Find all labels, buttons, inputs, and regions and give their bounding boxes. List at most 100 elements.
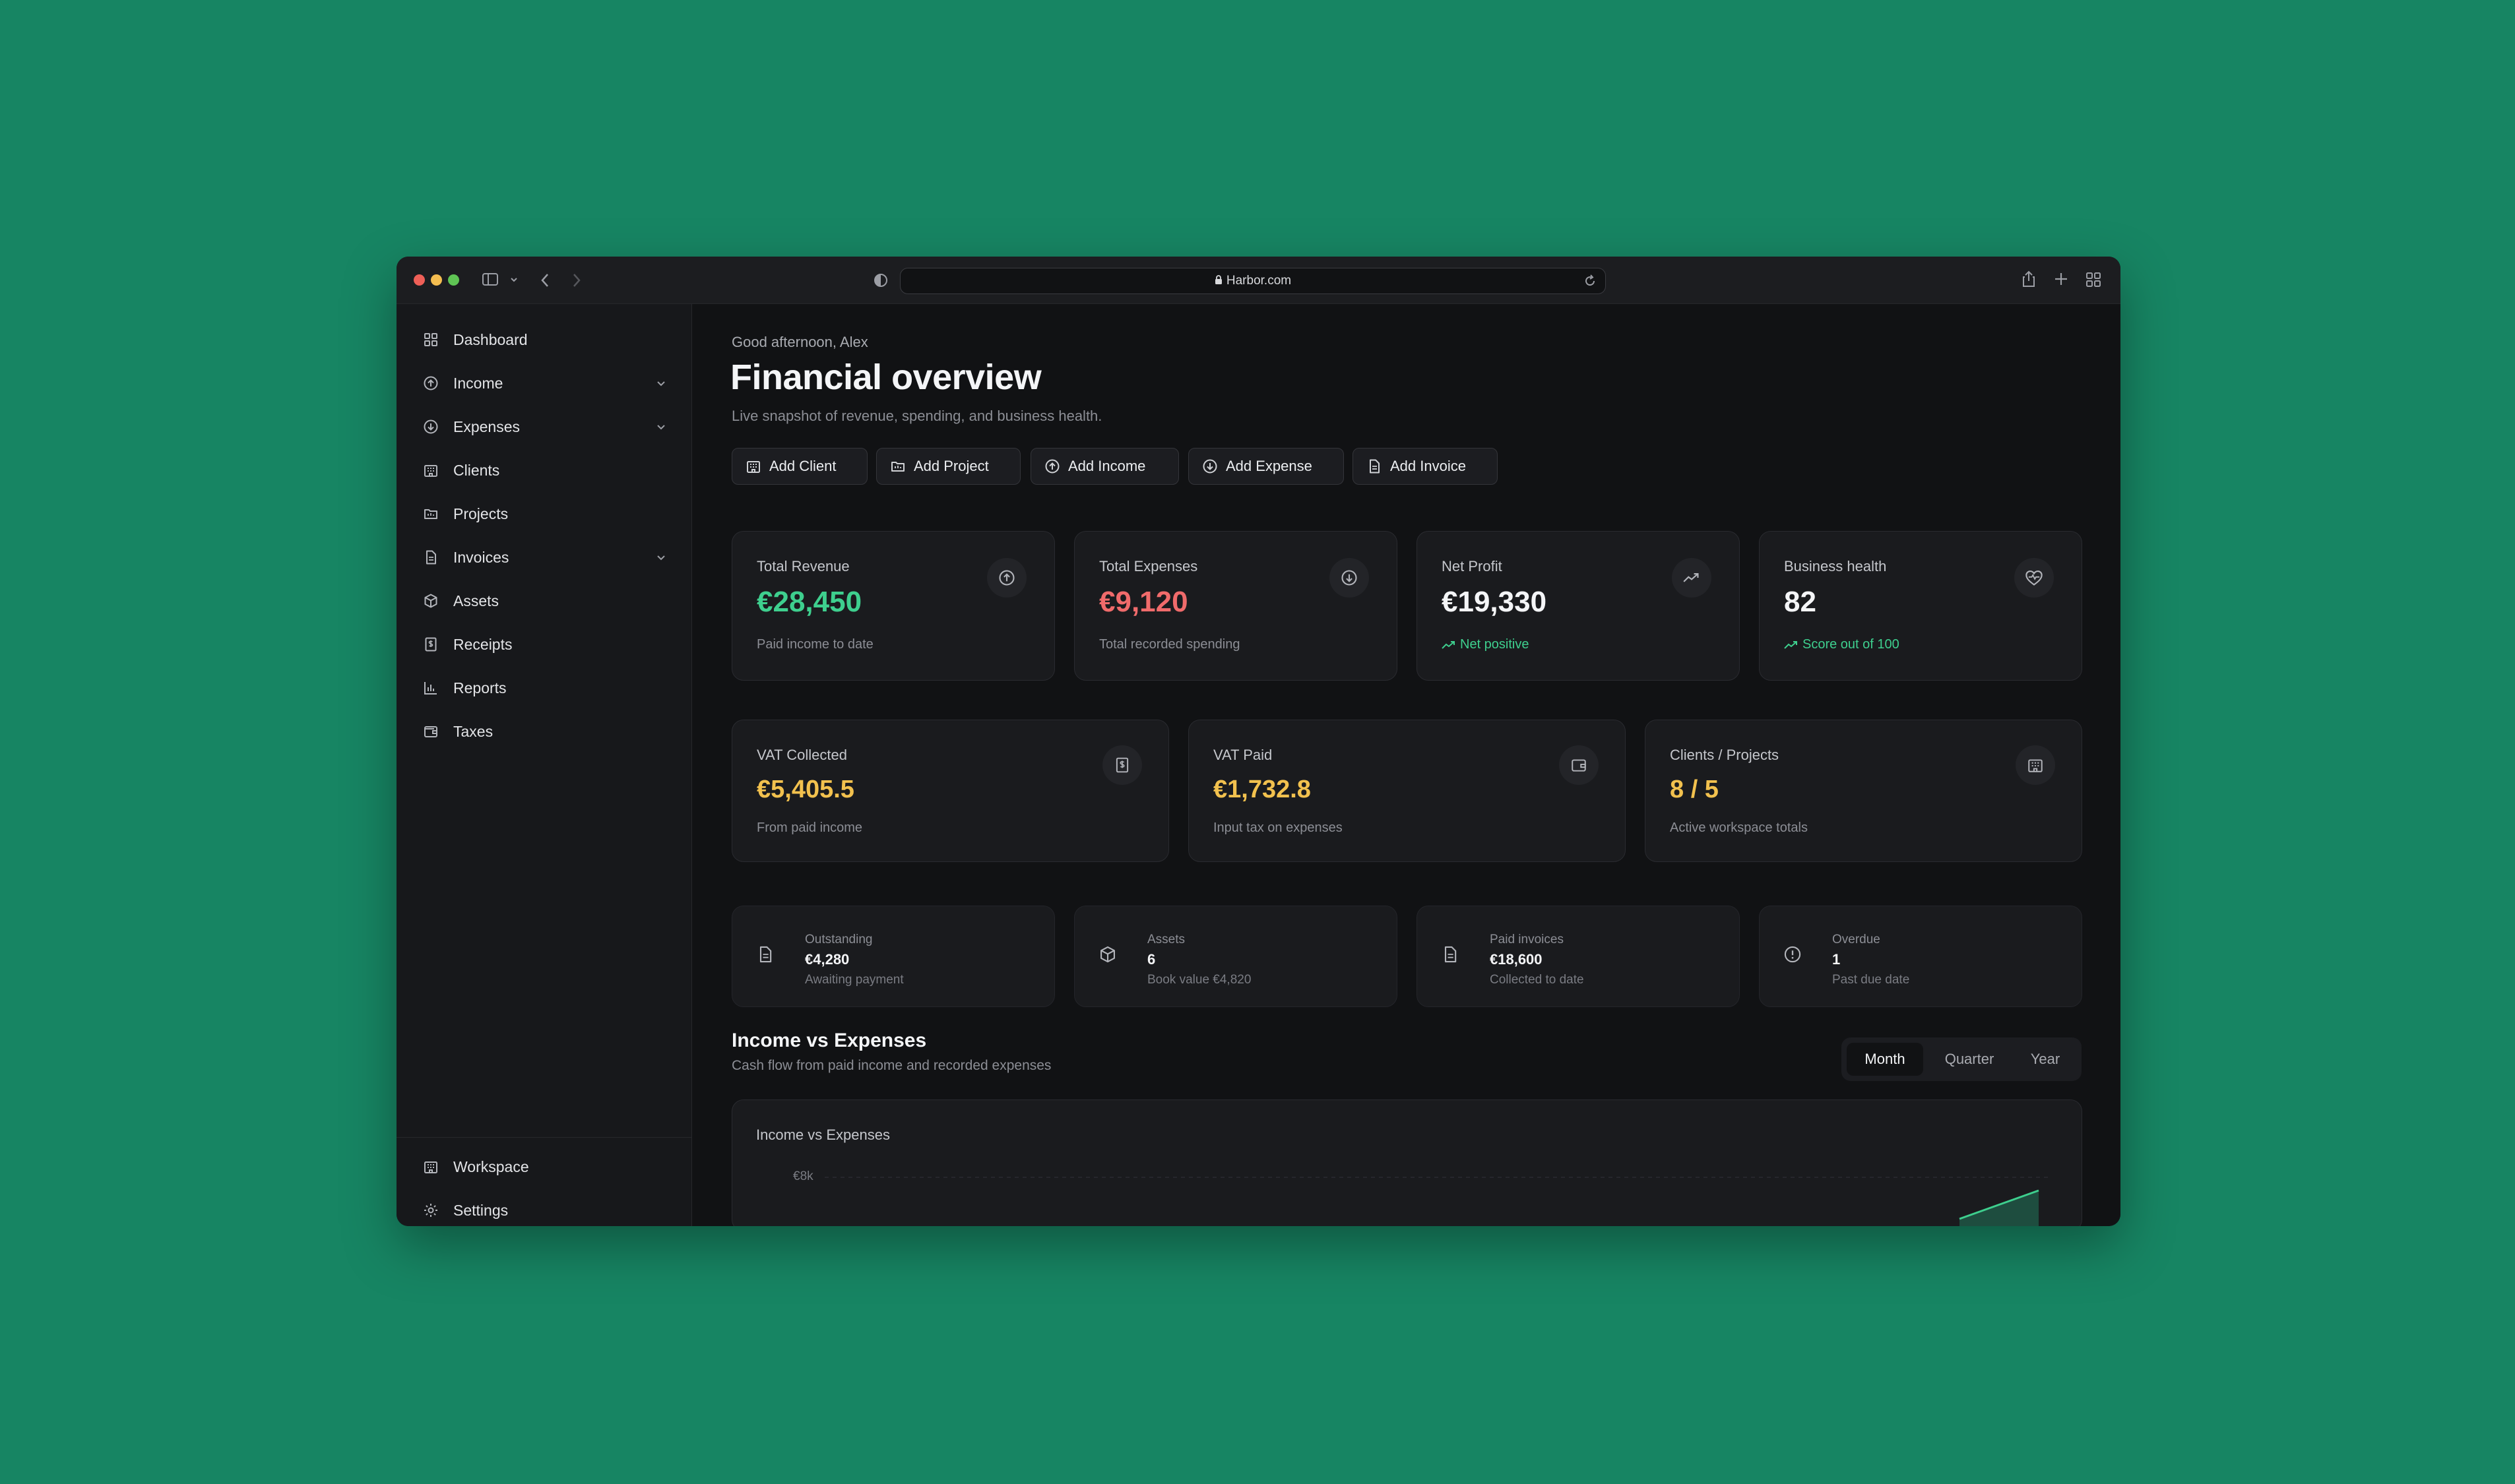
overdue-card: Overdue 1 Past due date	[1759, 906, 2082, 1007]
arrow-down-circle-icon	[1329, 558, 1369, 598]
lock-icon	[1215, 274, 1223, 288]
sidebar-toggle-icon[interactable]	[482, 272, 499, 287]
stat-sub-text: Score out of 100	[1802, 637, 1899, 652]
sidebar-item-assets[interactable]: Assets	[422, 589, 672, 613]
outstanding-card: Outstanding €4,280 Awaiting payment	[732, 906, 1055, 1007]
add-expense-button[interactable]: Add Expense	[1188, 448, 1344, 485]
arrow-down-circle-icon	[422, 417, 440, 436]
stat-label: Net Profit	[1442, 558, 1502, 574]
stat-sub: Active workspace totals	[1670, 820, 1808, 835]
receipt-icon	[1102, 745, 1142, 785]
trending-up-icon	[1784, 640, 1799, 650]
chevron-down-icon[interactable]	[510, 276, 518, 283]
assets-card: Assets 6 Book value €4,820	[1074, 906, 1397, 1007]
browser-window: Harbor.com Dashboard Income Expenses Cli…	[397, 257, 2120, 1226]
minimize-window-button[interactable]	[431, 274, 442, 286]
stat-value: 82	[1784, 586, 1816, 618]
maximize-window-button[interactable]	[448, 274, 459, 286]
chart-plot-area	[825, 1177, 2052, 1226]
mini-label: Outstanding	[805, 933, 873, 946]
close-window-button[interactable]	[414, 274, 425, 286]
add-project-button[interactable]: Add Project	[876, 448, 1021, 485]
chevron-down-icon[interactable]	[655, 375, 667, 393]
stat-sub-text: Net positive	[1460, 637, 1529, 652]
reload-icon[interactable]	[1583, 274, 1597, 292]
privacy-shield-icon[interactable]	[873, 272, 889, 288]
total-revenue-card: Total Revenue €28,450 Paid income to dat…	[732, 531, 1055, 681]
add-invoice-button[interactable]: Add Invoice	[1353, 448, 1498, 485]
sidebar-item-reports[interactable]: Reports	[422, 676, 672, 700]
back-icon[interactable]	[540, 272, 550, 288]
document-icon	[1441, 944, 1459, 968]
mini-label: Assets	[1147, 933, 1186, 946]
address-bar[interactable]: Harbor.com	[900, 268, 1606, 294]
stat-sub: Paid income to date	[757, 637, 874, 652]
sidebar-item-workspace[interactable]: Workspace	[422, 1155, 672, 1179]
stat-label: Total Revenue	[757, 558, 850, 574]
sidebar-item-label: Workspace	[453, 1158, 529, 1175]
stat-value: €28,450	[757, 586, 862, 618]
arrow-up-circle-icon	[422, 374, 440, 392]
folder-icon	[422, 505, 440, 523]
sidebar-item-expenses[interactable]: Expenses	[422, 415, 672, 439]
vat-collected-card: VAT Collected €5,405.5 From paid income	[732, 720, 1169, 862]
chevron-down-icon[interactable]	[655, 419, 667, 437]
box-icon	[1098, 944, 1117, 968]
total-expenses-card: Total Expenses €9,120 Total recorded spe…	[1074, 531, 1397, 681]
building-icon	[422, 461, 440, 479]
sidebar-item-label: Clients	[453, 461, 500, 479]
sidebar-item-projects[interactable]: Projects	[422, 502, 672, 526]
net-profit-card: Net Profit €19,330 Net positive	[1417, 531, 1740, 681]
chevron-down-icon[interactable]	[655, 549, 667, 567]
mini-value: €4,280	[805, 951, 850, 968]
mini-sub: Past due date	[1832, 973, 1910, 987]
gear-icon	[422, 1201, 440, 1220]
section-subtitle: Cash flow from paid income and recorded …	[732, 1058, 1052, 1073]
stat-value: €19,330	[1442, 586, 1547, 618]
period-month-tab[interactable]: Month	[1847, 1043, 1923, 1076]
document-icon	[1366, 458, 1382, 474]
sidebar-item-taxes[interactable]: Taxes	[422, 720, 672, 743]
add-expense-label: Add Expense	[1226, 458, 1312, 474]
sidebar-item-settings[interactable]: Settings	[422, 1198, 672, 1222]
add-income-button[interactable]: Add Income	[1031, 448, 1179, 485]
mini-value: 1	[1832, 951, 1841, 968]
section-title: Income vs Expenses	[732, 1030, 927, 1051]
mini-sub: Book value €4,820	[1147, 973, 1252, 987]
stat-label: VAT Collected	[757, 747, 847, 763]
receipt-icon	[422, 635, 440, 654]
period-quarter-tab[interactable]: Quarter	[1927, 1043, 2012, 1076]
sidebar-item-label: Expenses	[453, 417, 521, 435]
income-area	[1959, 1190, 2039, 1226]
wallet-icon	[422, 722, 440, 741]
add-income-label: Add Income	[1068, 458, 1146, 474]
stat-value: €1,732.8	[1213, 776, 1311, 803]
new-tab-icon[interactable]	[2054, 272, 2068, 286]
period-year-tab[interactable]: Year	[2014, 1043, 2076, 1076]
url-text: Harbor.com	[1226, 274, 1292, 288]
bar-chart-icon	[422, 679, 440, 697]
mini-value: €18,600	[1490, 951, 1543, 968]
vat-paid-card: VAT Paid €1,732.8 Input tax on expenses	[1188, 720, 1626, 862]
add-invoice-label: Add Invoice	[1390, 458, 1466, 474]
mini-value: 6	[1147, 951, 1156, 968]
sidebar-item-label: Income	[453, 374, 503, 392]
sidebar-item-income[interactable]: Income	[422, 371, 672, 395]
document-icon	[422, 548, 440, 567]
sidebar-item-label: Settings	[453, 1201, 509, 1219]
sidebar-item-dashboard[interactable]: Dashboard	[422, 328, 672, 352]
wallet-icon	[1559, 745, 1599, 785]
share-icon[interactable]	[2021, 270, 2037, 288]
sidebar-item-invoices[interactable]: Invoices	[422, 545, 672, 569]
sidebar-item-receipts[interactable]: Receipts	[422, 633, 672, 656]
mini-sub: Awaiting payment	[805, 973, 904, 987]
business-health-card: Business health 82 Score out of 100	[1759, 531, 2082, 681]
sidebar-item-clients[interactable]: Clients	[422, 458, 672, 482]
mini-sub: Collected to date	[1490, 973, 1584, 987]
tab-overview-icon[interactable]	[2085, 272, 2101, 288]
greeting: Good afternoon, Alex	[732, 334, 868, 350]
add-client-button[interactable]: Add Client	[732, 448, 868, 485]
trending-up-icon	[1672, 558, 1711, 598]
forward-icon[interactable]	[572, 272, 581, 288]
stat-sub: From paid income	[757, 820, 863, 835]
